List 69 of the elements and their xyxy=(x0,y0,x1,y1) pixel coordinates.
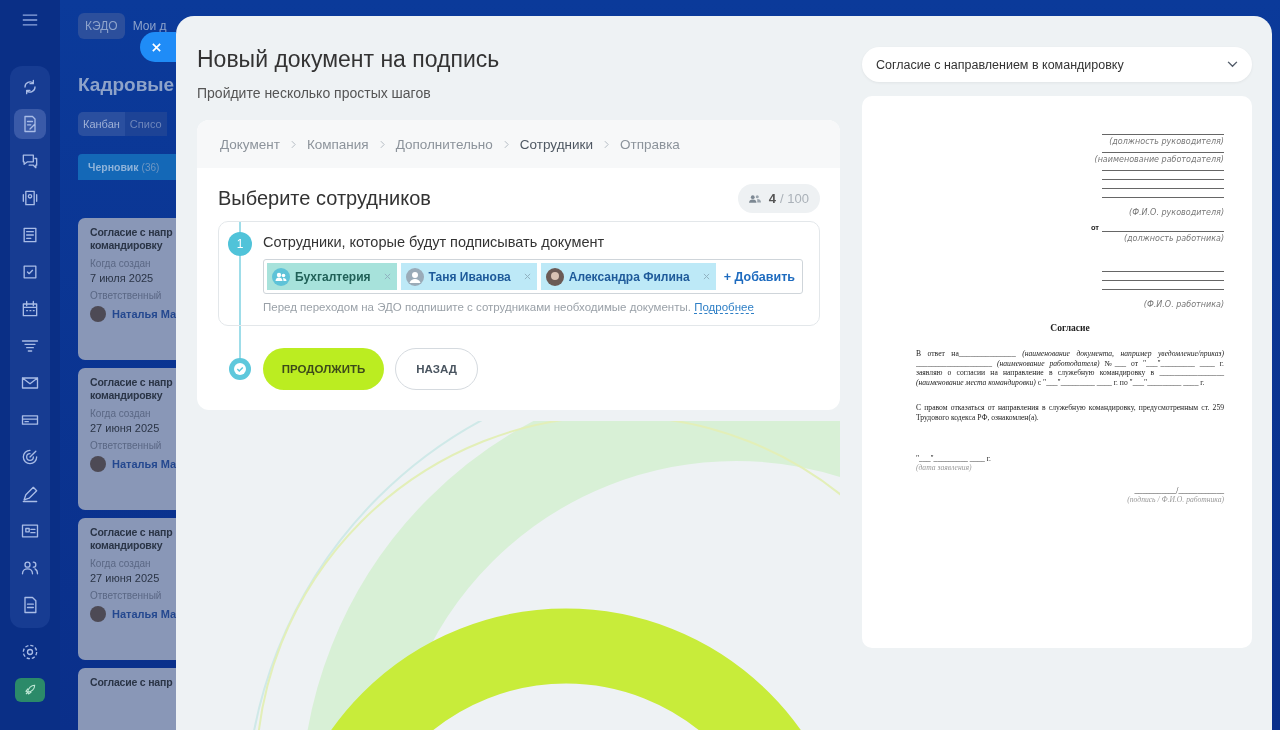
chevron-icon xyxy=(379,139,385,149)
breadcrumb-step[interactable]: Сотрудники xyxy=(519,136,593,152)
card-title: Согласие с напр командировку xyxy=(90,376,174,402)
card-title: Согласие с напр xyxy=(90,676,174,689)
owner-link[interactable]: Наталья Ма xyxy=(112,458,177,470)
doc-caption: (должность работника) xyxy=(1123,234,1224,243)
group-icon xyxy=(272,267,290,286)
user-avatar-icon xyxy=(405,267,424,286)
rocket-button[interactable] xyxy=(15,678,45,702)
panel-title: Новый документ на подпись xyxy=(197,46,501,73)
step-number: 1 xyxy=(228,232,252,256)
page-title: Кадровые xyxy=(78,74,176,96)
back-button[interactable]: НАЗАД xyxy=(395,348,478,390)
panel-subtitle: Пройдите несколько простых шагов xyxy=(197,85,432,101)
rocket-icon xyxy=(22,682,38,698)
breadcrumb-step[interactable]: Отправка xyxy=(619,136,680,152)
caret-icon xyxy=(1227,61,1238,68)
owner-link[interactable]: Наталья Ма xyxy=(112,308,177,320)
breadcrumb-step[interactable]: Компания xyxy=(306,136,369,152)
employee-tag[interactable]: Александра Филина xyxy=(540,263,716,290)
section-heading: Выберите сотрудников xyxy=(218,187,431,210)
doc-title: Согласие xyxy=(1049,323,1091,333)
doc-caption: (наименование работодателя) xyxy=(1094,155,1224,164)
employee-tag[interactable]: Таня Иванова xyxy=(400,263,537,290)
avatar-icon xyxy=(90,306,106,322)
card-title: Согласие с напр командировку xyxy=(90,226,174,252)
employee-selector-field[interactable]: Бухгалтерия Таня Иванова Александра Филина + Добавить xyxy=(263,259,803,294)
selected-count: 4 xyxy=(768,191,777,206)
avatar-icon xyxy=(90,456,106,472)
people-icon xyxy=(748,193,761,204)
top-tab[interactable]: КЭДО xyxy=(78,13,125,39)
chevron-icon xyxy=(290,139,296,149)
breadcrumb-step[interactable]: Документ xyxy=(220,136,280,152)
avatar-icon xyxy=(90,606,106,622)
avatar-icon xyxy=(545,267,564,286)
owner-link[interactable]: Наталья Ма xyxy=(112,608,177,620)
kanban-card[interactable]: Согласие с напр xyxy=(78,668,176,730)
pen-icon xyxy=(20,484,40,504)
card-title: Согласие с напр командировку xyxy=(90,526,174,552)
close-icon xyxy=(151,41,162,53)
settings-icon[interactable] xyxy=(20,642,40,662)
template-dropdown[interactable]: Согласие с направлением в командировку xyxy=(862,47,1252,82)
column-count: (36) xyxy=(141,161,160,173)
doc-caption: (Ф.И.О. руководителя) xyxy=(1129,208,1224,217)
doc-caption: (должность руководителя) xyxy=(1109,137,1224,146)
target-icon xyxy=(20,447,40,467)
step-label: Сотрудники, которые будут подписывать документ xyxy=(263,234,606,250)
created-date: 27 июня 2025 xyxy=(90,572,161,584)
chevron-icon xyxy=(503,139,509,149)
close-button[interactable] xyxy=(140,32,176,62)
chevron-icon xyxy=(603,139,609,149)
created-date: 7 июля 2025 xyxy=(90,272,155,284)
breadcrumb-step[interactable]: Дополнительно xyxy=(395,136,493,152)
add-link[interactable]: + Добавить xyxy=(723,269,795,284)
badge-icon xyxy=(20,188,40,208)
doc-caption: (Ф.И.О. работника) xyxy=(1143,300,1224,309)
employee-tag[interactable]: Бухгалтерия xyxy=(267,263,397,290)
view-tab[interactable]: Канбан xyxy=(78,112,125,136)
view-tab[interactable]: Списо xyxy=(124,112,167,136)
continue-button[interactable]: ПРОДОЛЖИТЬ xyxy=(263,348,384,390)
calendar-icon xyxy=(20,299,40,319)
column-name: Черновик xyxy=(88,161,139,173)
check-circle-icon xyxy=(228,357,252,381)
hint-text: Перед переходом на ЭДО подпишите с сотрудниками необходимые документы. Подробнее xyxy=(263,301,755,313)
menu-icon[interactable] xyxy=(22,14,38,26)
count-limit: / 100 xyxy=(780,191,809,206)
more-link[interactable]: Подробнее xyxy=(694,301,754,314)
document-edit-menu-item[interactable] xyxy=(14,109,46,139)
created-date: 27 июня 2025 xyxy=(90,422,161,434)
